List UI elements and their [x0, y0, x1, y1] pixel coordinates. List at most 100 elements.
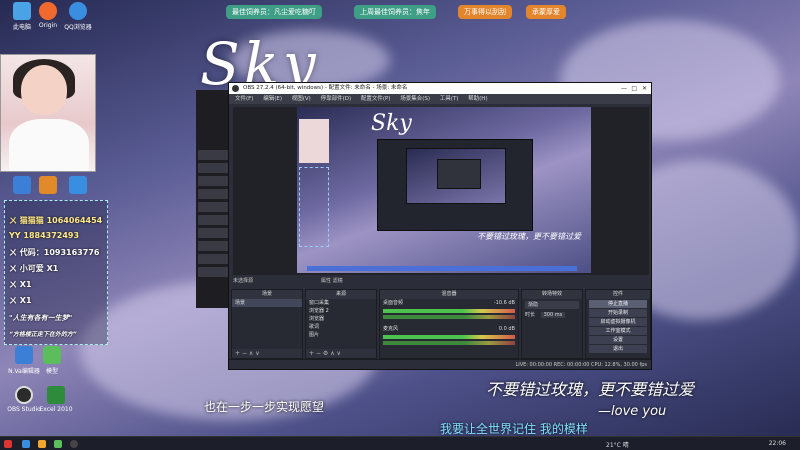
mixer-channel-name: 麦克风 0.0 dB — [380, 325, 518, 333]
preview-bottom-bar — [307, 266, 577, 271]
controls-header: 控件 — [586, 290, 650, 299]
desktop-icon-excel[interactable]: Excel 2010 — [34, 386, 78, 413]
sources-dock: 来源 窗口采集 浏览器 2 浏览器 歌词 图片 + − ⚙ ∧ ∨ — [305, 289, 377, 359]
scenes-header: 场景 — [232, 290, 302, 299]
source-item[interactable]: 浏览器 2 — [306, 307, 376, 315]
banner-last-week-feeder: 上周最佳饲养员：焦年 — [354, 5, 436, 19]
info-line: YY 1884372493 — [9, 231, 80, 240]
studio-mode-button[interactable]: 工作室模式 — [589, 327, 647, 335]
add-icon[interactable]: + — [235, 350, 240, 357]
remove-icon[interactable]: − — [242, 350, 247, 357]
banner-best-feeder: 最佳饲养员：凡尘爱吃糖叮 — [226, 5, 322, 19]
menu-view[interactable]: 视图(V) — [292, 96, 311, 102]
excel-icon — [47, 386, 65, 404]
scene-item[interactable]: 场景 — [232, 299, 302, 307]
chat-icon — [69, 176, 87, 194]
start-icon[interactable] — [4, 440, 12, 448]
obs-preview-canvas[interactable]: Sky 不要错过玫瑰，更不要错过爱 — [297, 107, 591, 273]
stop-streaming-button[interactable]: 停止直播 — [589, 300, 647, 308]
volume-slider[interactable] — [383, 315, 515, 319]
app-icon — [43, 346, 61, 364]
mixer-header: 混音器 — [380, 290, 518, 299]
webcam-feed — [0, 54, 96, 172]
banner-wish: 万事得以刮刮 — [458, 5, 512, 19]
virtual-camera-button[interactable]: 启动虚拟摄像机 — [589, 318, 647, 326]
preview-info-panel — [299, 167, 329, 247]
taskbar: 21°C 晴 22:06 — [0, 436, 800, 450]
desktop-icon-qq-browser[interactable]: QQ浏览器 — [56, 2, 100, 31]
move-down-icon[interactable]: ∨ — [337, 350, 341, 357]
info-line: ㄨ X1 — [9, 296, 32, 305]
move-down-icon[interactable]: ∨ — [255, 350, 259, 357]
minimize-icon[interactable]: — — [621, 83, 627, 94]
menu-scene-collection[interactable]: 场景集合(S) — [400, 96, 430, 102]
obs-source-toolbar: 未选择源 属性 滤镜 — [233, 277, 649, 286]
source-item[interactable]: 图片 — [306, 331, 376, 339]
exit-button[interactable]: 退出 — [589, 345, 647, 353]
info-line: ㄨ 猫猫猫 1064064454 — [9, 216, 103, 225]
move-up-icon[interactable]: ∧ — [249, 350, 253, 357]
channel-label: 麦克风 — [383, 326, 399, 332]
add-icon[interactable]: + — [309, 350, 314, 357]
source-item[interactable]: 歌词 — [306, 323, 376, 331]
taskbar-app-icon[interactable] — [54, 440, 62, 448]
preview-sky-title: Sky — [371, 111, 412, 136]
lyric-signature: —love you — [598, 404, 667, 419]
menu-docks[interactable]: 停靠部件(D) — [321, 96, 352, 102]
preview-nested-window — [437, 159, 481, 189]
start-recording-button[interactable]: 开始录制 — [589, 309, 647, 317]
taskbar-app-icon[interactable] — [38, 440, 46, 448]
menu-edit[interactable]: 编辑(E) — [263, 96, 282, 102]
side-icon-chat[interactable] — [56, 176, 100, 196]
transitions-header: 转场特效 — [522, 290, 582, 299]
obs-title-bar: OBS 27.2.4 (64-bit, windows) - 配置文件: 未命名… — [229, 83, 651, 94]
transition-duration: 时长 300 ms — [522, 311, 582, 319]
properties-filters[interactable]: 属性 滤镜 — [321, 277, 343, 286]
menu-profile[interactable]: 配置文件(P) — [361, 96, 391, 102]
clock: 22:06 — [768, 440, 786, 447]
lyric-line-1: 也在一步一步实现愿望 — [204, 400, 325, 414]
info-line: ㄨ 代码：1093163776 — [9, 248, 100, 257]
source-item[interactable]: 浏览器 — [306, 315, 376, 323]
channel-db: -10.6 dB — [493, 300, 515, 306]
obs-logo-icon — [232, 85, 239, 92]
lyric-right: 不要错过玫瑰，更不要错过爱 — [486, 380, 695, 399]
menu-file[interactable]: 文件(F) — [235, 96, 253, 102]
move-up-icon[interactable]: ∧ — [330, 350, 334, 357]
preview-nested-obs — [377, 139, 533, 231]
source-item[interactable]: 窗口采集 — [306, 299, 376, 307]
info-line: “方格楼正走下在外的方” — [9, 331, 77, 338]
duration-input[interactable]: 300 ms — [540, 312, 566, 318]
app-icon — [39, 176, 57, 194]
transitions-dock: 转场特效 渐隐 时长 300 ms — [521, 289, 583, 359]
taskbar-app-icon[interactable] — [22, 440, 30, 448]
cam-body — [9, 119, 89, 171]
menu-tools[interactable]: 工具(T) — [440, 96, 459, 102]
desktop-icon-label: QQ浏览器 — [64, 24, 92, 31]
volume-meter — [383, 309, 515, 313]
transition-type-select[interactable]: 渐隐 — [525, 301, 579, 309]
remove-icon[interactable]: − — [316, 350, 321, 357]
taskbar-obs-icon[interactable] — [70, 440, 78, 448]
maximize-icon[interactable]: □ — [631, 83, 637, 94]
mixer-channel-name: 桌面音频 -10.6 dB — [380, 299, 518, 307]
desktop-icon-model[interactable]: 模型 — [30, 346, 74, 375]
stream-info-panel: ㄨ 猫猫猫 1064064454 YY 1884372493 ㄨ 代码：1093… — [4, 200, 108, 345]
obs-status-bar: LIVE: 00:00:00 REC: 00:00:00 CPU: 12.8%,… — [229, 359, 651, 369]
settings-button[interactable]: 设置 — [589, 336, 647, 344]
preview-caption: 不要错过玫瑰，更不要错过爱 — [477, 232, 581, 241]
obs-menu-bar: 文件(F) 编辑(E) 视图(V) 停靠部件(D) 配置文件(P) 场景集合(S… — [229, 94, 651, 104]
menu-help[interactable]: 帮助(H) — [468, 96, 487, 102]
obs-window-title: OBS 27.2.4 (64-bit, windows) - 配置文件: 未命名… — [243, 85, 408, 91]
scenes-dock: 场景 场景 + − ∧ ∨ — [231, 289, 303, 359]
gear-icon[interactable]: ⚙ — [323, 350, 328, 357]
close-icon[interactable]: ✕ — [642, 83, 647, 94]
obs-window: OBS 27.2.4 (64-bit, windows) - 配置文件: 未命名… — [228, 82, 652, 370]
volume-slider[interactable] — [383, 341, 515, 345]
scenes-footer: + − ∧ ∨ — [232, 349, 302, 358]
channel-label: 桌面音频 — [383, 300, 404, 306]
no-source-selected: 未选择源 — [233, 278, 254, 284]
preview-webcam — [299, 119, 329, 163]
weather: 21°C 晴 — [606, 442, 629, 449]
qq-browser-icon — [69, 2, 87, 20]
